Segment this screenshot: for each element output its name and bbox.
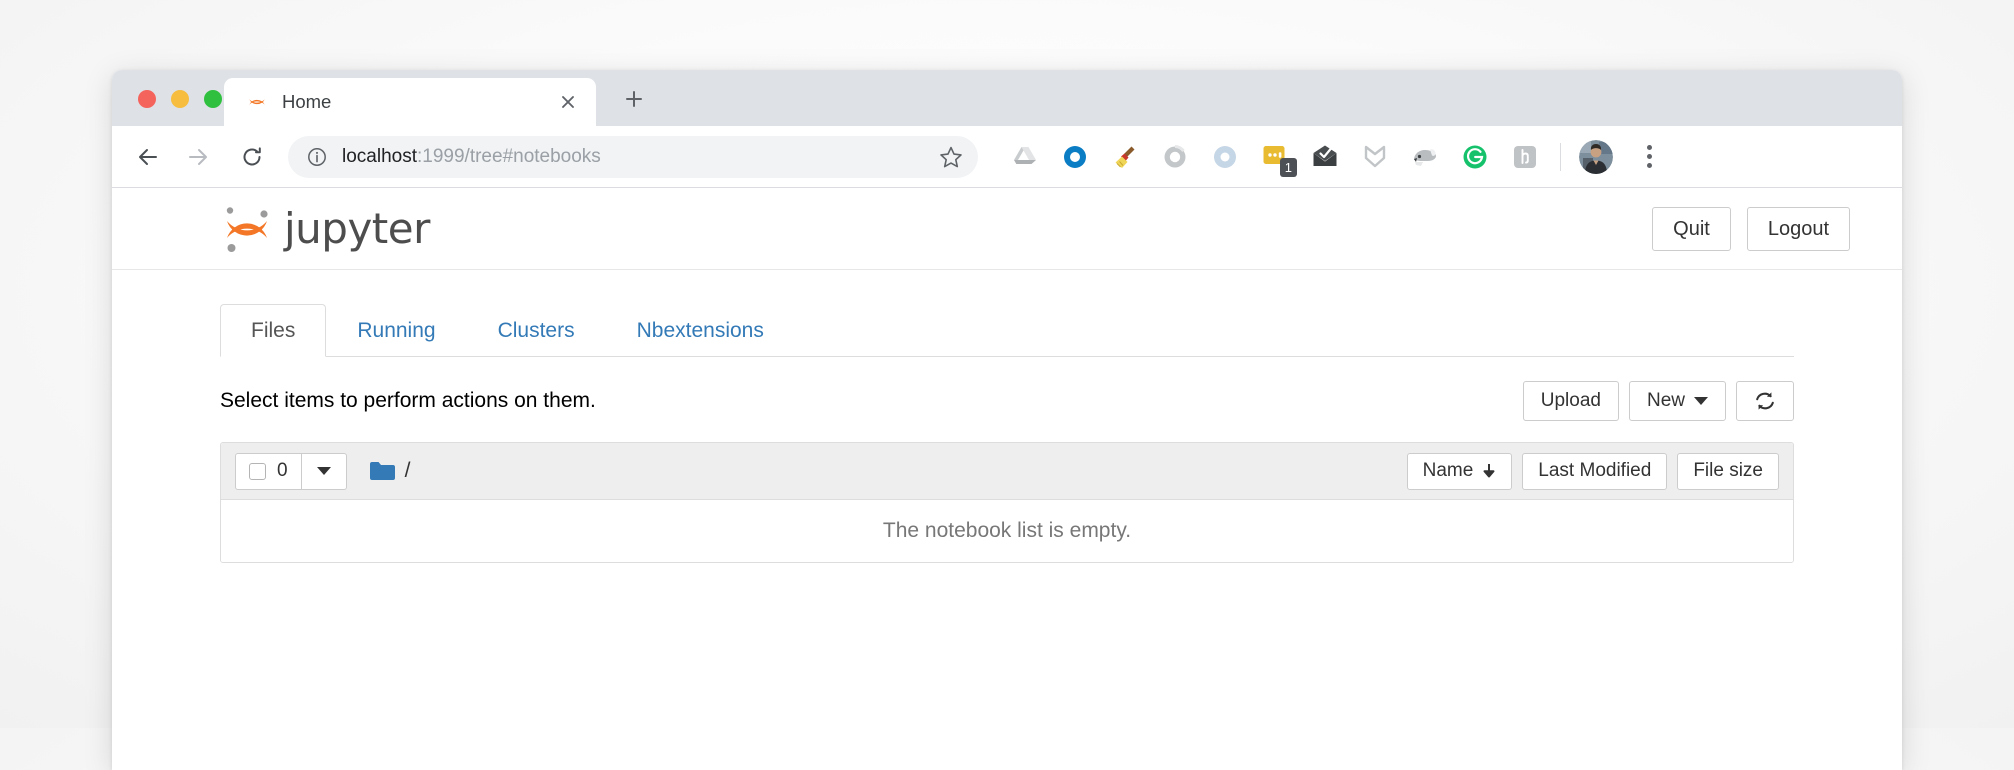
jupyter-header: jupyter Quit Logout xyxy=(112,188,1902,270)
yellow-note-icon[interactable]: 1 xyxy=(1250,135,1300,179)
chevron-down-icon xyxy=(316,467,331,475)
new-button[interactable]: New xyxy=(1628,380,1726,422)
browser-tab-title: Home xyxy=(282,91,332,112)
address-bar-path: :1999/tree#notebooks xyxy=(417,145,601,167)
action-bar-hint: Select items to perform actions on them. xyxy=(220,389,596,412)
gray-chevron-icon[interactable] xyxy=(1350,135,1400,179)
tab-running[interactable]: Running xyxy=(326,304,466,357)
address-bar[interactable]: localhost:1999/tree#notebooks xyxy=(288,135,978,178)
sort-name-label: Name xyxy=(1422,460,1474,481)
jupyter-page: jupyter Quit Logout Files Running Cluste… xyxy=(112,188,1902,770)
new-button-group: New xyxy=(1628,380,1726,422)
envelope-check-icon[interactable] xyxy=(1300,135,1350,179)
window-close-button[interactable] xyxy=(138,90,156,108)
chrome-menu-icon[interactable] xyxy=(1627,135,1671,179)
file-list-empty-message: The notebook list is empty. xyxy=(221,500,1793,562)
toolbar-divider xyxy=(1560,142,1561,171)
hypothesis-icon[interactable] xyxy=(1500,135,1550,179)
google-drive-icon[interactable] xyxy=(1000,135,1050,179)
checkbox-icon[interactable] xyxy=(249,462,266,480)
jupyter-tabs: Files Running Clusters Nbextensions xyxy=(220,303,1794,357)
address-bar-url: localhost:1999/tree#notebooks xyxy=(342,146,930,168)
tab-close-icon[interactable] xyxy=(554,88,582,116)
selected-count: 0 xyxy=(277,460,288,481)
new-button-label: New xyxy=(1646,389,1685,411)
folder-icon xyxy=(369,460,396,482)
gray-ring-icon[interactable] xyxy=(1150,135,1200,179)
info-circle-icon[interactable] xyxy=(306,146,328,168)
forward-arrow-icon[interactable] xyxy=(176,135,220,179)
sort-file-size[interactable]: File size xyxy=(1677,452,1779,490)
sort-name[interactable]: Name xyxy=(1406,452,1513,490)
window-traffic-lights xyxy=(138,90,222,108)
select-all-group: 0 xyxy=(235,452,347,490)
jupyter-logo[interactable]: jupyter xyxy=(220,198,430,260)
jupyter-logo-icon xyxy=(226,206,268,252)
header-buttons: Quit Logout xyxy=(1652,206,1850,251)
window-maximize-button[interactable] xyxy=(204,90,222,108)
user-avatar[interactable] xyxy=(1571,135,1621,179)
reload-icon[interactable] xyxy=(230,135,274,179)
action-bar-buttons: Upload New xyxy=(1522,380,1794,422)
action-bar: Select items to perform actions on them.… xyxy=(220,380,1794,422)
sort-down-icon xyxy=(1482,463,1496,480)
address-bar-host: localhost xyxy=(342,145,417,167)
blue-ring-icon[interactable] xyxy=(1050,135,1100,179)
refresh-button-group xyxy=(1736,380,1794,422)
sort-buttons: Name Last Modified File size xyxy=(1406,452,1779,490)
tab-files[interactable]: Files xyxy=(220,303,327,357)
grammarly-icon[interactable] xyxy=(1450,135,1500,179)
tab-clusters[interactable]: Clusters xyxy=(467,304,606,357)
logout-button[interactable]: Logout xyxy=(1746,206,1850,251)
back-arrow-icon[interactable] xyxy=(126,135,170,179)
browser-tab-strip: Home xyxy=(112,70,1902,126)
jupyter-favicon-icon xyxy=(246,91,268,113)
refresh-icon xyxy=(1754,390,1776,412)
bookmark-star-icon[interactable] xyxy=(938,144,964,170)
browser-toolbar: localhost:1999/tree#notebooks 1 xyxy=(112,126,1902,188)
breadcrumb-path: / xyxy=(404,459,411,482)
sort-last-modified[interactable]: Last Modified xyxy=(1522,452,1668,490)
avatar-image xyxy=(1579,139,1613,174)
upload-button[interactable]: Upload xyxy=(1522,380,1619,422)
browser-window: Home localhost:1999/tree#notebooks 1 jup… xyxy=(112,70,1902,770)
selection-dropdown-button[interactable] xyxy=(301,452,347,490)
file-list-header: 0 / Name Last Modified File size xyxy=(221,443,1793,500)
jupyter-body: Files Running Clusters Nbextensions Sele… xyxy=(112,303,1902,563)
new-tab-button[interactable] xyxy=(614,79,654,119)
select-all-checkbox[interactable]: 0 xyxy=(235,452,302,490)
dog-icon[interactable] xyxy=(1400,135,1450,179)
browser-tab-home[interactable]: Home xyxy=(224,78,596,126)
jupyter-logo-text: jupyter xyxy=(284,204,430,253)
tab-nbextensions[interactable]: Nbextensions xyxy=(606,304,795,357)
refresh-button[interactable] xyxy=(1736,380,1794,422)
window-minimize-button[interactable] xyxy=(171,90,189,108)
blue-swirl-icon[interactable] xyxy=(1200,135,1250,179)
breadcrumb[interactable]: / xyxy=(369,459,411,483)
extensions-bar: 1 xyxy=(1000,135,1671,179)
quit-button[interactable]: Quit xyxy=(1652,206,1731,251)
extension-badge-count: 1 xyxy=(1279,157,1297,177)
broom-icon[interactable] xyxy=(1100,135,1150,179)
file-list: 0 / Name Last Modified File size The not… xyxy=(220,442,1794,563)
chevron-down-icon xyxy=(1694,396,1708,405)
